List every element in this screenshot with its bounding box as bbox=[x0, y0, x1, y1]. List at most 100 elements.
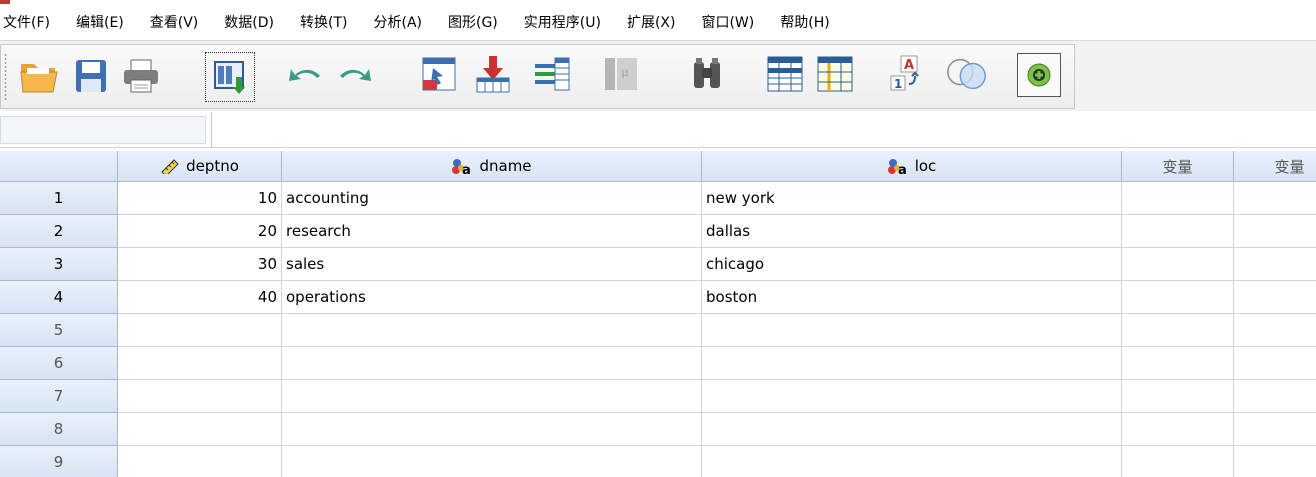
menu-data[interactable]: 数据(D) bbox=[224, 12, 274, 32]
nominal-string-icon: a bbox=[451, 157, 473, 175]
row-number[interactable]: 5 bbox=[0, 314, 118, 347]
cell-reference-box[interactable] bbox=[0, 116, 206, 144]
column-header-var-2[interactable]: 变量 bbox=[1234, 151, 1316, 182]
cell-loc[interactable]: boston bbox=[702, 281, 1122, 314]
menu-view[interactable]: 查看(V) bbox=[150, 12, 199, 32]
insert-cases-icon[interactable] bbox=[763, 52, 807, 96]
cell-var-2[interactable] bbox=[1234, 413, 1316, 446]
row-number[interactable]: 7 bbox=[0, 380, 118, 413]
cell-var-1[interactable] bbox=[1122, 182, 1234, 215]
cell-loc[interactable] bbox=[702, 446, 1122, 477]
cell-var-2[interactable] bbox=[1234, 380, 1316, 413]
column-header-dname[interactable]: a dname bbox=[282, 151, 702, 182]
undo-icon[interactable] bbox=[283, 54, 327, 98]
cell-deptno[interactable]: 20 bbox=[118, 215, 282, 248]
cell-var-1[interactable] bbox=[1122, 446, 1234, 477]
cell-loc[interactable] bbox=[702, 380, 1122, 413]
dialog-recall-icon[interactable] bbox=[205, 52, 255, 102]
cell-deptno[interactable]: 30 bbox=[118, 248, 282, 281]
cell-var-1[interactable] bbox=[1122, 215, 1234, 248]
cell-var-1[interactable] bbox=[1122, 281, 1234, 314]
goto-case-icon[interactable] bbox=[417, 52, 461, 96]
menu-help[interactable]: 帮助(H) bbox=[780, 12, 829, 32]
cell-var-1[interactable] bbox=[1122, 248, 1234, 281]
column-label: loc bbox=[914, 157, 937, 175]
cell-loc[interactable] bbox=[702, 413, 1122, 446]
print-icon[interactable] bbox=[119, 54, 163, 98]
spell-check-icon[interactable] bbox=[1017, 53, 1061, 97]
cell-var-2[interactable] bbox=[1234, 347, 1316, 380]
save-icon[interactable] bbox=[69, 54, 113, 98]
cell-var-2[interactable] bbox=[1234, 281, 1316, 314]
cell-var-2[interactable] bbox=[1234, 314, 1316, 347]
cell-loc[interactable]: dallas bbox=[702, 215, 1122, 248]
row-number[interactable]: 3 bbox=[0, 248, 118, 281]
cell-var-2[interactable] bbox=[1234, 446, 1316, 477]
cell-loc[interactable]: chicago bbox=[702, 248, 1122, 281]
cell-var-2[interactable] bbox=[1234, 182, 1316, 215]
menu-transform[interactable]: 转换(T) bbox=[300, 12, 347, 32]
cell-dname[interactable]: accounting bbox=[282, 182, 702, 215]
redo-icon[interactable] bbox=[333, 54, 377, 98]
cell-var-1[interactable] bbox=[1122, 380, 1234, 413]
cell-dname[interactable]: operations bbox=[282, 281, 702, 314]
menu-file[interactable]: 文件(F) bbox=[3, 12, 50, 32]
open-folder-icon[interactable] bbox=[17, 54, 61, 98]
use-sets-icon[interactable] bbox=[945, 52, 989, 96]
svg-text:1: 1 bbox=[894, 77, 902, 91]
cell-deptno[interactable] bbox=[118, 347, 282, 380]
find-icon-disabled[interactable]: μ bbox=[599, 52, 643, 96]
cell-var-1[interactable] bbox=[1122, 413, 1234, 446]
row-number[interactable]: 8 bbox=[0, 413, 118, 446]
cell-dname[interactable] bbox=[282, 446, 702, 477]
cell-dname[interactable] bbox=[282, 347, 702, 380]
variables-icon[interactable] bbox=[531, 52, 575, 96]
cell-loc[interactable]: new york bbox=[702, 182, 1122, 215]
menu-edit[interactable]: 编辑(E) bbox=[76, 12, 124, 32]
cell-loc[interactable] bbox=[702, 314, 1122, 347]
column-label: 变量 bbox=[1162, 157, 1193, 176]
cell-var-2[interactable] bbox=[1234, 248, 1316, 281]
cell-var-1[interactable] bbox=[1122, 347, 1234, 380]
scale-ruler-icon bbox=[160, 158, 180, 174]
menu-extensions[interactable]: 扩展(X) bbox=[627, 12, 676, 32]
column-header-deptno[interactable]: deptno bbox=[118, 151, 282, 182]
cell-deptno[interactable]: 10 bbox=[118, 182, 282, 215]
column-header-loc[interactable]: a loc bbox=[702, 151, 1122, 182]
goto-variable-icon[interactable] bbox=[471, 52, 515, 96]
menu-utilities[interactable]: 实用程序(U) bbox=[524, 12, 601, 32]
cell-deptno[interactable] bbox=[118, 314, 282, 347]
corner-cell[interactable] bbox=[0, 151, 118, 182]
cell-deptno[interactable]: 40 bbox=[118, 281, 282, 314]
insert-variable-icon[interactable] bbox=[813, 52, 857, 96]
binoculars-icon[interactable] bbox=[685, 52, 729, 96]
menu-window[interactable]: 窗口(W) bbox=[701, 12, 754, 32]
cell-dname[interactable] bbox=[282, 314, 702, 347]
menu-graphs[interactable]: 图形(G) bbox=[448, 12, 498, 32]
column-header-var-1[interactable]: 变量 bbox=[1122, 151, 1234, 182]
cell-deptno[interactable] bbox=[118, 413, 282, 446]
cell-dname[interactable] bbox=[282, 413, 702, 446]
cell-var-2[interactable] bbox=[1234, 215, 1316, 248]
cell-deptno[interactable] bbox=[118, 446, 282, 477]
toolbar-grip[interactable] bbox=[4, 53, 7, 101]
row-number[interactable]: 9 bbox=[0, 446, 118, 477]
row-number[interactable]: 2 bbox=[0, 215, 118, 248]
cell-editor-input[interactable] bbox=[214, 116, 1314, 144]
value-labels-icon[interactable]: A1 bbox=[885, 52, 929, 96]
table-row: 6 bbox=[0, 347, 1316, 380]
nominal-string-icon: a bbox=[887, 157, 909, 175]
row-number[interactable]: 1 bbox=[0, 182, 118, 215]
window-title-bar bbox=[0, 0, 1316, 5]
table-row: 3 30 sales chicago bbox=[0, 248, 1316, 281]
cell-loc[interactable] bbox=[702, 347, 1122, 380]
cell-dname[interactable]: research bbox=[282, 215, 702, 248]
row-number[interactable]: 6 bbox=[0, 347, 118, 380]
cell-var-1[interactable] bbox=[1122, 314, 1234, 347]
cell-dname[interactable] bbox=[282, 380, 702, 413]
cell-dname[interactable]: sales bbox=[282, 248, 702, 281]
row-number[interactable]: 4 bbox=[0, 281, 118, 314]
cell-deptno[interactable] bbox=[118, 380, 282, 413]
spss-icon bbox=[0, 0, 10, 4]
menu-analyze[interactable]: 分析(A) bbox=[373, 12, 422, 32]
